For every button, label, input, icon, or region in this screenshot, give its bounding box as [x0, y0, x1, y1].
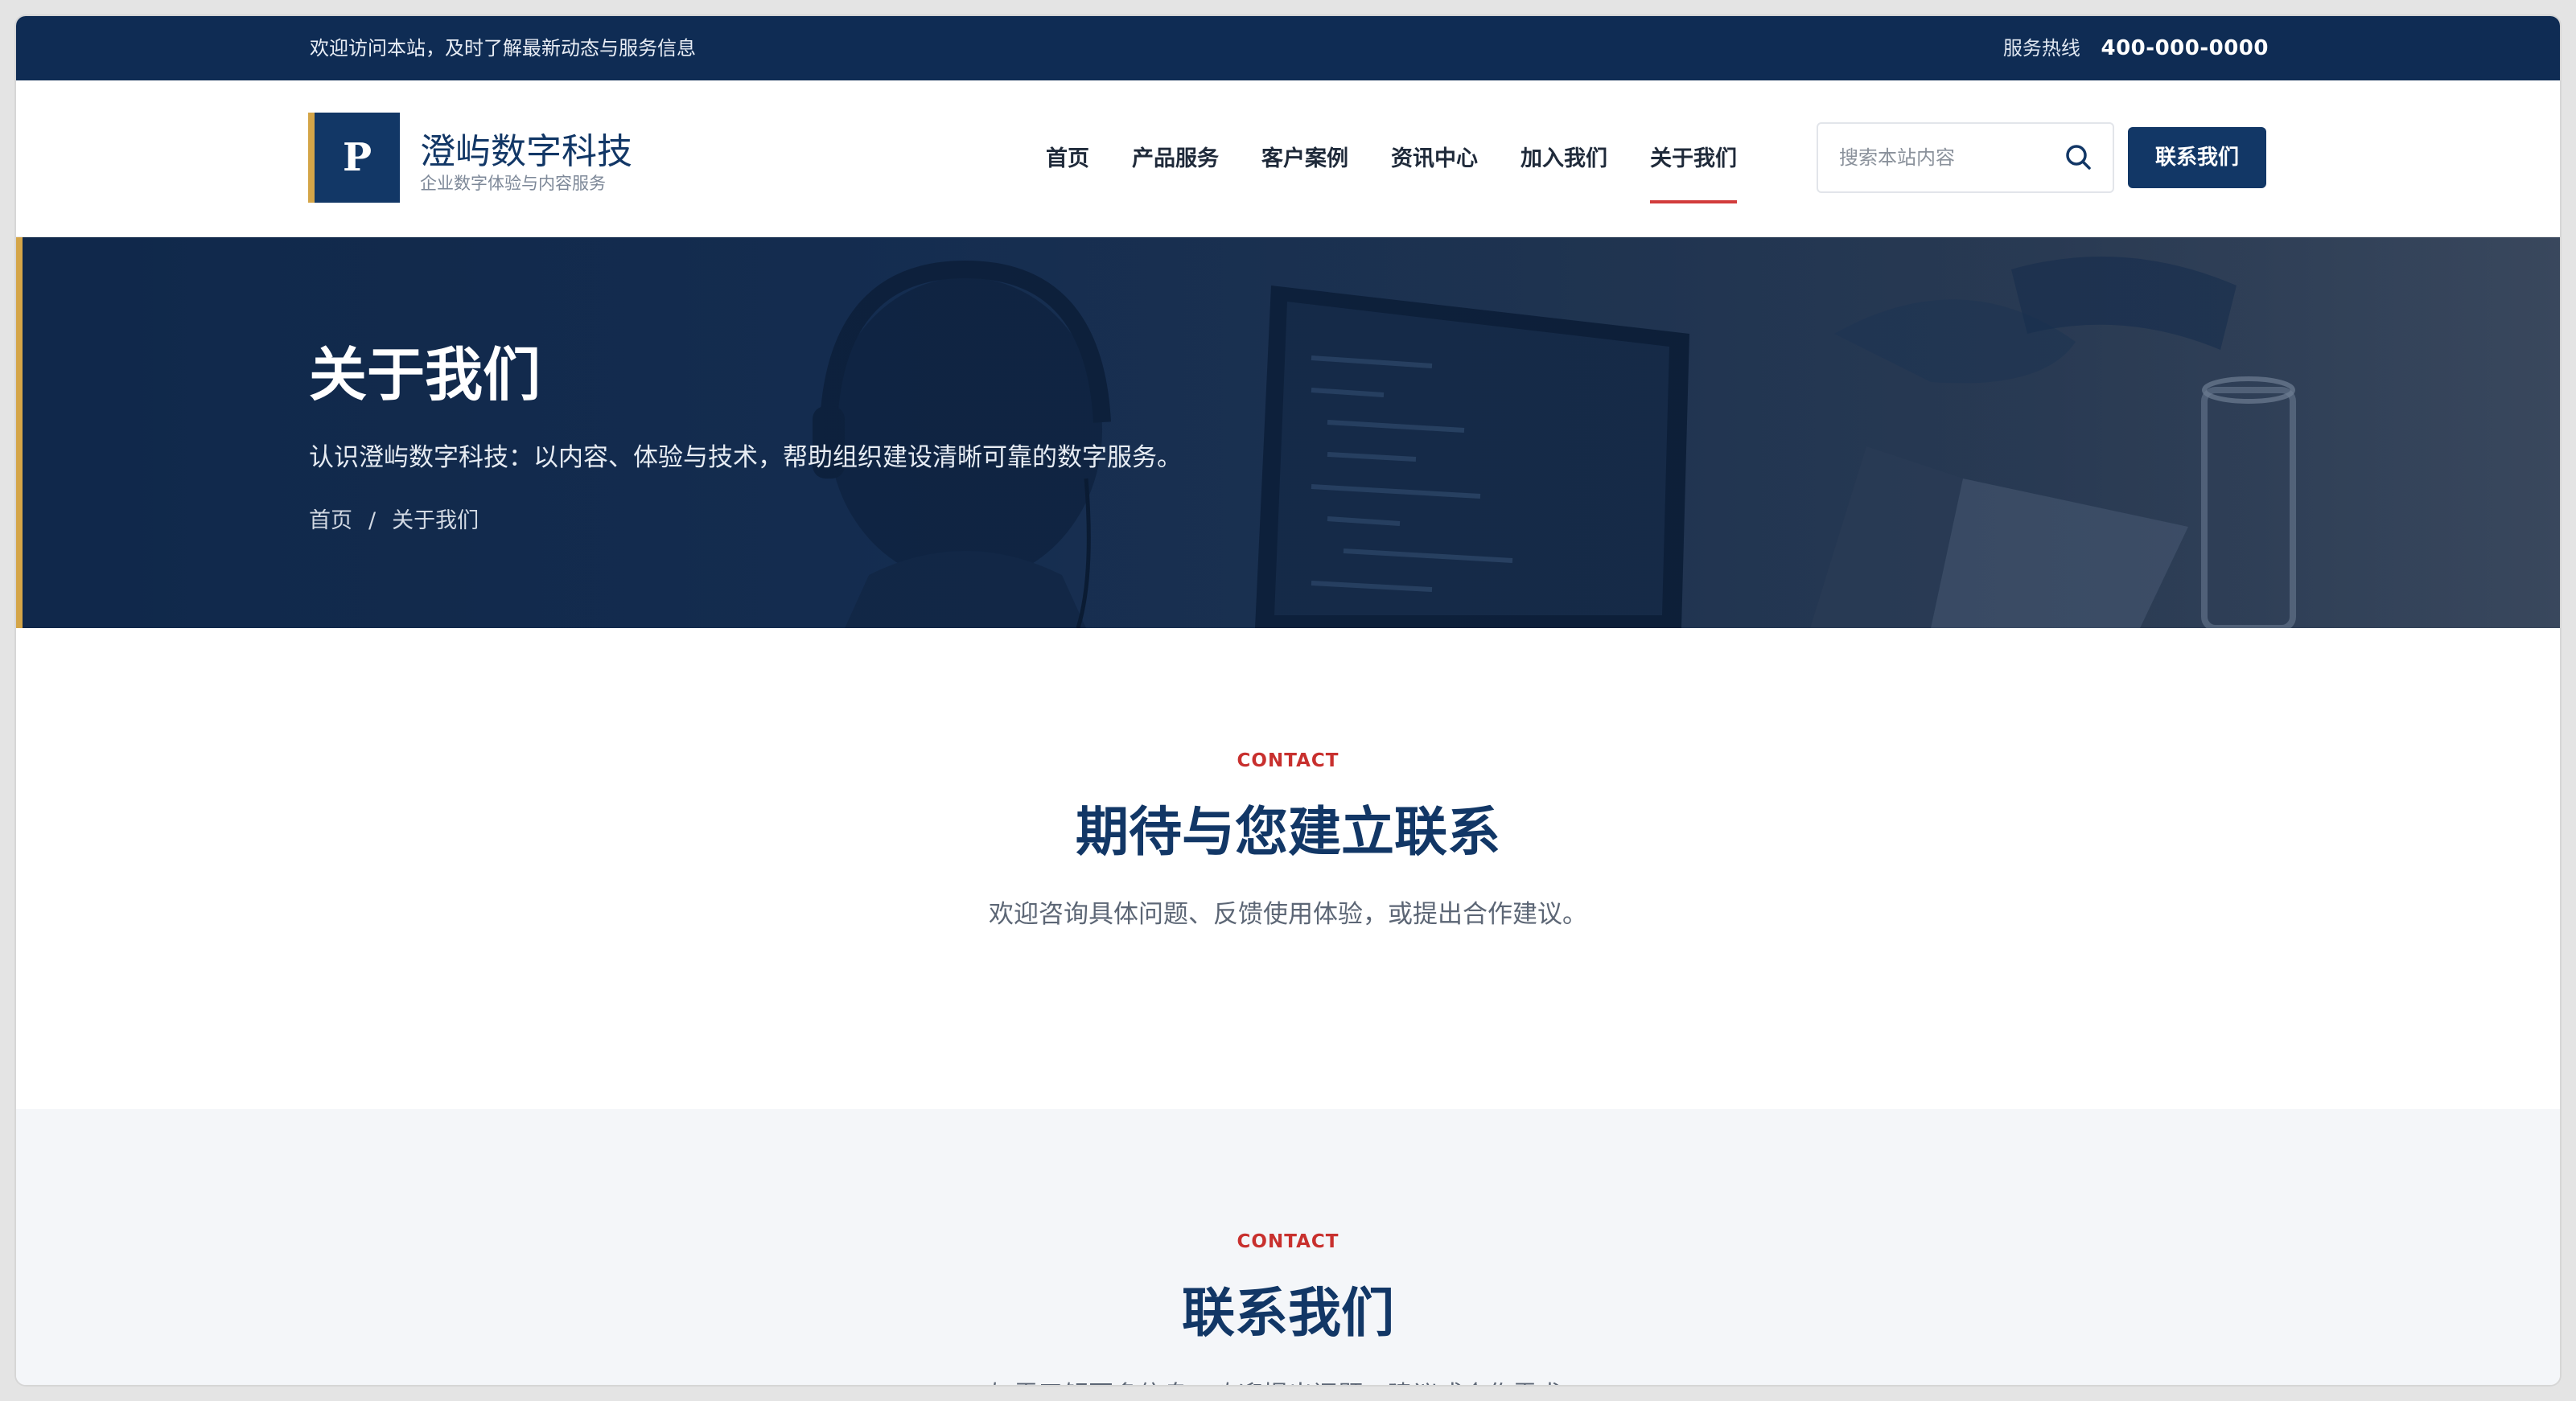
welcome-text: 欢迎访问本站，及时了解最新动态与服务信息 — [310, 37, 696, 60]
breadcrumb-current: 关于我们 — [392, 508, 479, 533]
search-icon[interactable] — [2063, 142, 2095, 174]
hero-overlay — [16, 237, 2560, 628]
page-title: 关于我们 — [309, 340, 541, 409]
breadcrumb-home[interactable]: 首页 — [309, 508, 352, 533]
site-header: P 澄屿数字科技 企业数字体验与内容服务 首页 产品服务 客户案例 资讯中心 加… — [16, 80, 2560, 237]
nav-item-home[interactable]: 首页 — [1046, 80, 1089, 237]
contact-us-button[interactable]: 联系我们 — [2128, 127, 2266, 188]
section-description: 欢迎咨询具体问题、反馈使用体验，或提出合作建议。 — [989, 900, 1587, 929]
contact-intro-section: CONTACT 期待与您建立联系 欢迎咨询具体问题、反馈使用体验，或提出合作建议… — [16, 628, 2560, 1109]
nav-item-join[interactable]: 加入我们 — [1520, 80, 1607, 237]
service-hotline: 服务热线 400-000-0000 — [2003, 16, 2269, 80]
breadcrumb-separator: / — [368, 508, 377, 533]
search-input[interactable] — [1839, 124, 2048, 191]
main-nav: 首页 产品服务 客户案例 资讯中心 加入我们 关于我们 — [1046, 80, 1780, 237]
logo-mark[interactable]: P — [308, 113, 400, 203]
logo-tagline: 企业数字体验与内容服务 — [420, 174, 606, 193]
top-bar: 欢迎访问本站，及时了解最新动态与服务信息 服务热线 400-000-0000 — [16, 16, 2560, 80]
hero-accent-bar — [16, 237, 23, 628]
browser-viewport: 欢迎访问本站，及时了解最新动态与服务信息 服务热线 400-000-0000 P… — [16, 16, 2560, 1385]
breadcrumb: 首页 / 关于我们 — [309, 503, 479, 534]
section-description: 如需了解更多信息，欢迎提出问题、建议或合作需求。 — [16, 1374, 2560, 1385]
hero-description: 认识澄屿数字科技：以内容、体验与技术，帮助组织建设清晰可靠的数字服务。 — [309, 443, 1182, 472]
section-title: 期待与您建立联系 — [1076, 801, 1500, 863]
nav-item-about[interactable]: 关于我们 — [1650, 80, 1737, 237]
hero-banner: 关于我们 认识澄屿数字科技：以内容、体验与技术，帮助组织建设清晰可靠的数字服务。… — [16, 237, 2560, 628]
section-title: 联系我们 — [1182, 1282, 1394, 1344]
search-box — [1817, 122, 2114, 193]
hotline-label: 服务热线 — [2002, 37, 2080, 60]
nav-item-products[interactable]: 产品服务 — [1132, 80, 1219, 237]
hotline-number[interactable]: 400-000-0000 — [2101, 36, 2269, 60]
section-eyebrow: CONTACT — [1237, 750, 1339, 771]
nav-item-cases[interactable]: 客户案例 — [1261, 80, 1348, 237]
nav-item-news[interactable]: 资讯中心 — [1391, 80, 1478, 237]
logo-title[interactable]: 澄屿数字科技 — [420, 122, 632, 174]
section-eyebrow: CONTACT — [1237, 1231, 1339, 1252]
contact-us-section: CONTACT 联系我们 如需了解更多信息，欢迎提出问题、建议或合作需求。 — [16, 1109, 2560, 1385]
